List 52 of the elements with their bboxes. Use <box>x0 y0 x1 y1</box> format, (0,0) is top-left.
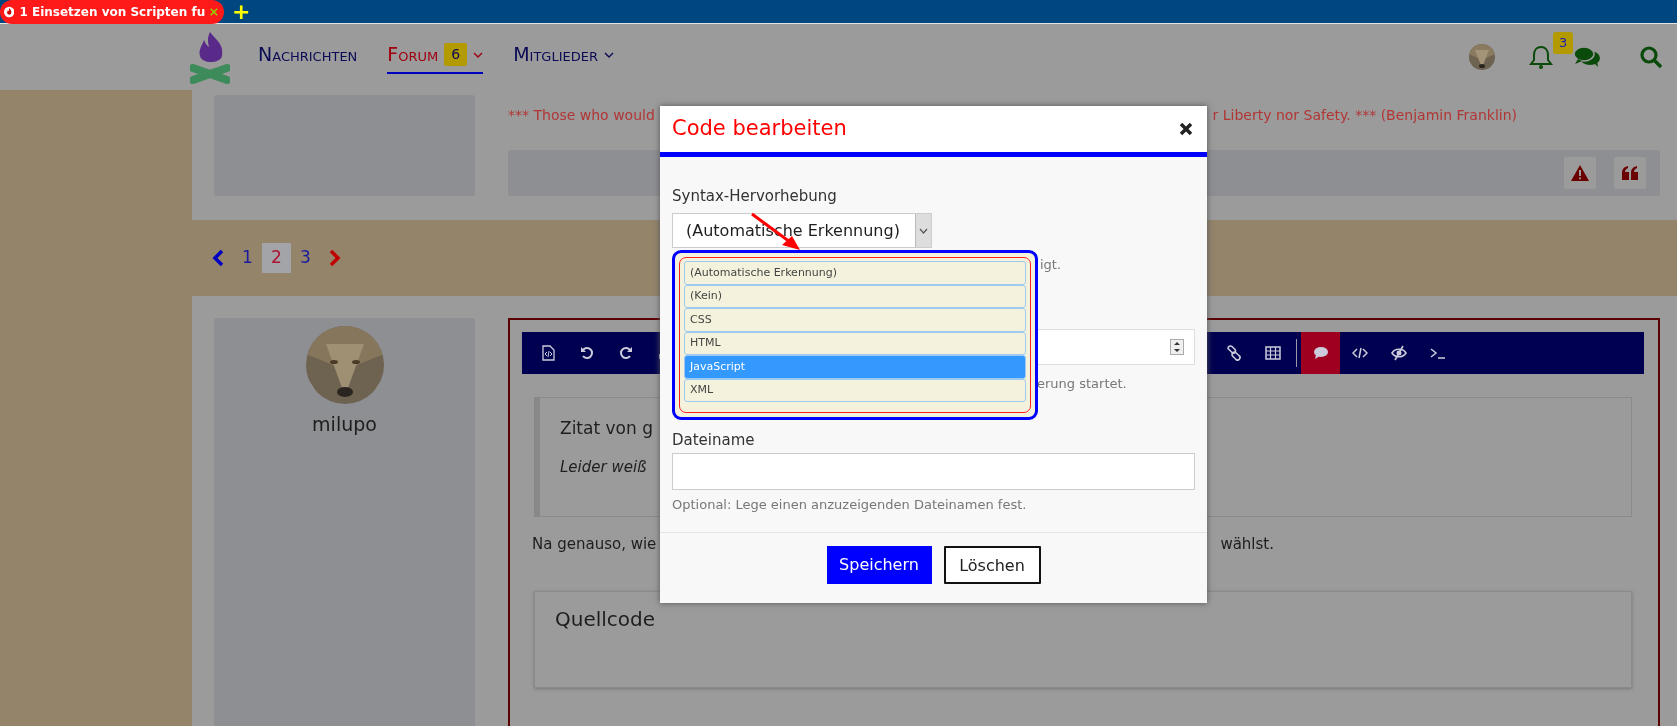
tab-title: 1 Einsetzen von Scripten fu <box>19 3 206 21</box>
field-hint: erung startet. <box>1037 376 1127 391</box>
signature-text: *** Those who would <box>508 106 655 125</box>
link-icon <box>1225 345 1242 361</box>
quote-title: Zitat von g <box>560 417 653 440</box>
chat-icon[interactable] <box>1573 46 1601 68</box>
campfire-logo[interactable] <box>190 30 230 84</box>
redo-icon <box>617 345 634 361</box>
field-hint: Optional: Lege einen anzuzeigenden Dateinamen fest. <box>672 496 1027 514</box>
author-name[interactable]: milupo <box>312 410 377 439</box>
filename-field[interactable] <box>672 453 1195 490</box>
spinner-icon <box>1170 339 1184 355</box>
dialog-title: Code bearbeiten <box>672 115 847 143</box>
field-label: Dateiname <box>672 430 755 451</box>
hidden-icon <box>1390 345 1407 361</box>
nav-link[interactable]: Nachrichten <box>258 40 358 74</box>
field-label: Syntax-Hervorhebung <box>672 186 837 207</box>
field-hint: igt. <box>1040 257 1062 272</box>
source-file-icon <box>539 345 556 361</box>
count-badge: 6 <box>444 43 468 66</box>
quote-text: Leider weiß <box>560 456 647 478</box>
search-icon[interactable] <box>1639 45 1663 69</box>
browser-tab[interactable]: 1 Einsetzen von Scripten fu <box>0 0 224 24</box>
dropdown-option[interactable]: HTML <box>684 331 1026 355</box>
new-tab-button[interactable]: + <box>232 0 251 23</box>
nav-link[interactable]: Mitglieder <box>513 40 614 74</box>
report-button[interactable] <box>1564 157 1596 189</box>
bell-icon[interactable] <box>1529 44 1553 70</box>
dropdown-option[interactable]: (Automatische Erkennung) <box>684 261 1026 285</box>
caret-icon <box>919 227 928 234</box>
quote-icon <box>1622 166 1638 180</box>
quote-button[interactable] <box>1614 157 1646 189</box>
close-icon[interactable] <box>1179 122 1193 136</box>
dropdown-option[interactable]: (Kein) <box>684 284 1026 308</box>
reply-text: Na genauso, wie <box>532 534 657 555</box>
signature-text: r Liberty nor Safety. *** (Benjamin Franklin) <box>1212 106 1517 125</box>
reply-text: wählst. <box>1220 534 1274 555</box>
nav-link[interactable]: Forum 6 <box>387 40 484 74</box>
code-box-title: Quellcode <box>555 606 656 631</box>
notification-count: 3 <box>1553 32 1574 54</box>
delete-button[interactable]: Löschen <box>943 546 1041 584</box>
table-icon <box>1264 345 1281 361</box>
undo-icon <box>578 345 595 361</box>
save-button[interactable]: Speichern <box>826 546 932 584</box>
comment-icon <box>1312 345 1329 361</box>
number-field[interactable] <box>1037 329 1195 365</box>
terminal-icon <box>1429 345 1446 361</box>
warning-icon <box>1571 165 1589 181</box>
dropdown-option[interactable]: XML <box>684 378 1026 402</box>
dropdown-option[interactable]: CSS <box>684 308 1026 332</box>
toolbar-button[interactable] <box>1301 332 1340 374</box>
code-icon <box>1351 345 1368 361</box>
